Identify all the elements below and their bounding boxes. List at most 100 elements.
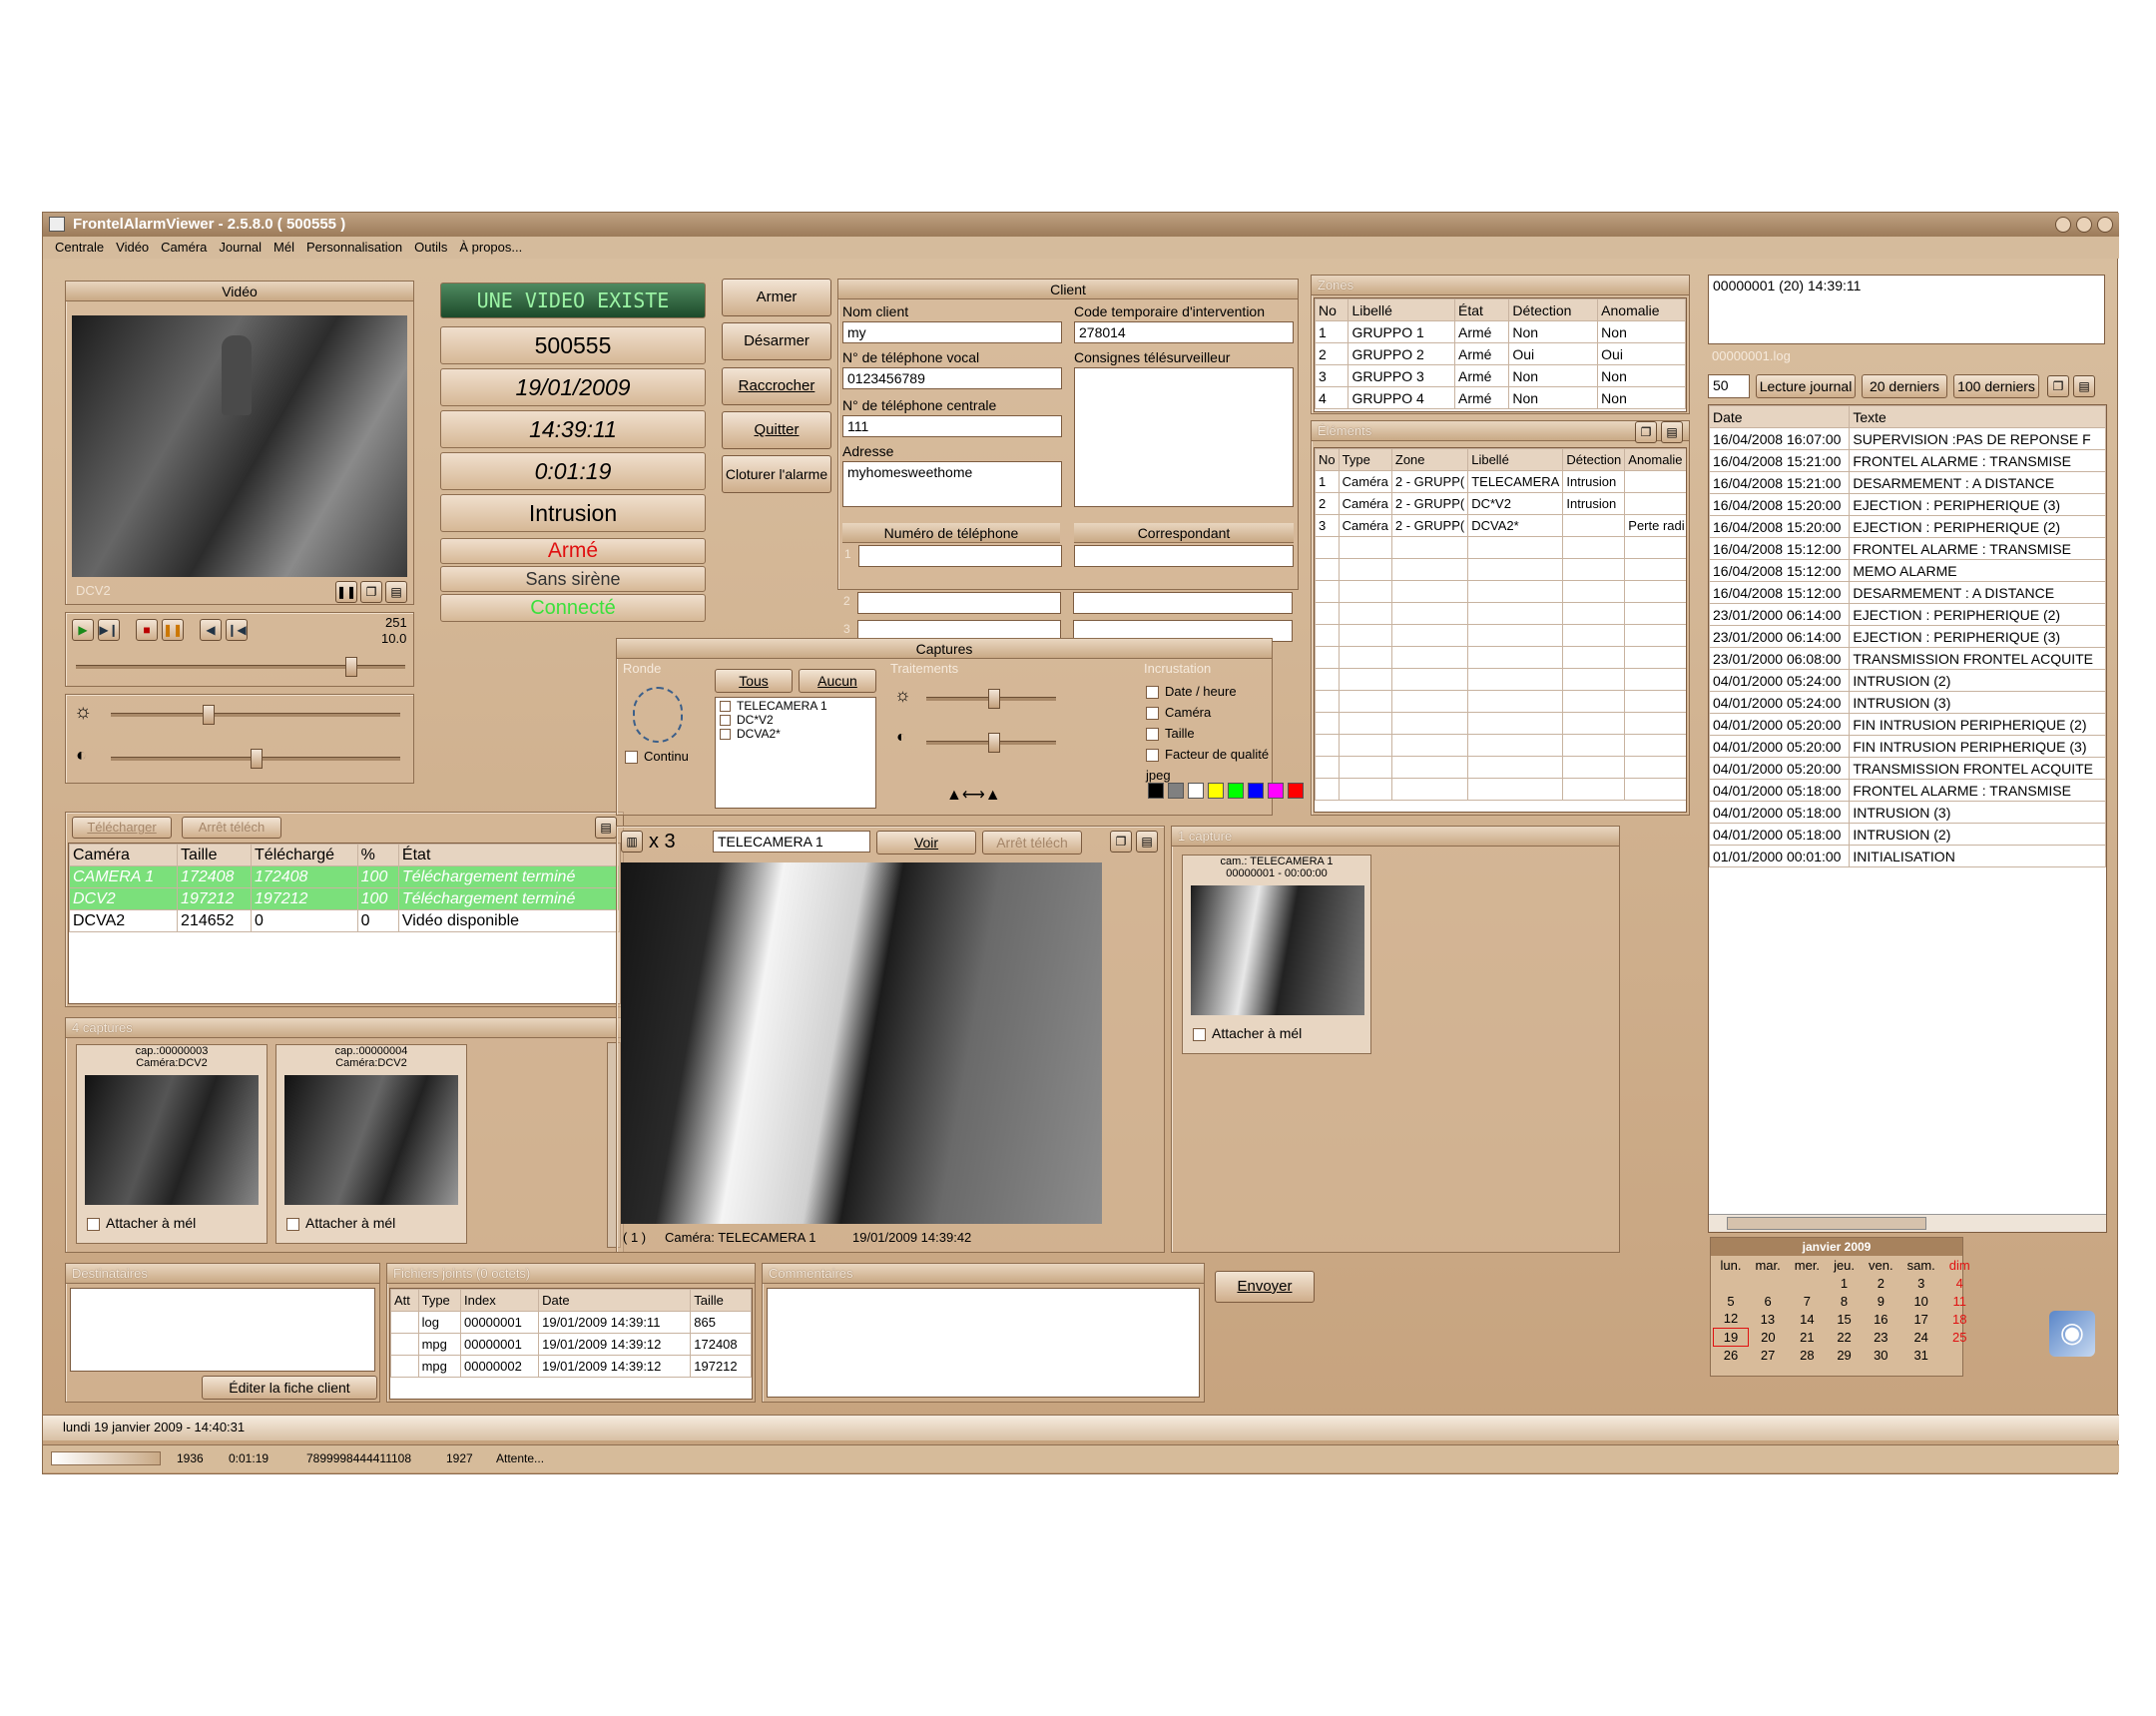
calendar-date[interactable]: 31	[1900, 1346, 1942, 1364]
table-row[interactable]: DCVA2 214652 0 0 Vidéo disponible	[69, 909, 620, 932]
table-row[interactable]: log 00000001 19/01/2009 14:39:11 865	[390, 1311, 752, 1334]
client-name-field[interactable]: my	[842, 321, 1062, 343]
column-header[interactable]: Libellé	[1348, 298, 1456, 321]
play-frame-icon[interactable]: ▶❙	[98, 619, 120, 641]
last-20-button[interactable]: 20 derniers	[1862, 374, 1947, 398]
calendar-date[interactable]: 1	[1827, 1274, 1862, 1292]
table-row[interactable]: 2 GRUPPO 2 Armé Oui Oui	[1315, 342, 1686, 365]
attach-checkbox-1[interactable]	[87, 1217, 100, 1231]
play-icon[interactable]: ▶	[72, 619, 94, 641]
save-icon[interactable]: ▤	[1136, 831, 1158, 853]
calendar-date[interactable]	[1714, 1274, 1749, 1292]
column-header[interactable]: Date	[1709, 405, 1851, 428]
stop-download-button[interactable]: Arrêt téléch	[182, 817, 281, 839]
column-header[interactable]: Détection	[1508, 298, 1599, 321]
table-row[interactable]: 04/01/2000 05:20:00 TRANSMISSION FRONTEL …	[1709, 757, 2106, 780]
table-row[interactable]: 2 Caméra 2 - GRUPP(DC*V2 Intrusion	[1315, 492, 1686, 515]
table-row[interactable]: mpg 00000002 19/01/2009 14:39:12 197212	[390, 1355, 752, 1378]
calendar-date[interactable]: 7	[1788, 1292, 1827, 1310]
calendar-date[interactable]: 26	[1714, 1346, 1749, 1364]
close-alarm-button[interactable]: Cloturer l'alarme	[722, 455, 831, 493]
color-swatch[interactable]	[1148, 783, 1164, 799]
column-header[interactable]: Att	[390, 1289, 419, 1312]
color-swatch[interactable]	[1248, 783, 1264, 799]
menu-centrale[interactable]: Centrale	[55, 240, 104, 255]
menu-camera[interactable]: Caméra	[161, 240, 207, 255]
read-journal-button[interactable]: Lecture journal	[1756, 374, 1856, 398]
comments-field[interactable]	[767, 1288, 1200, 1398]
journal-count-stepper[interactable]: 50	[1708, 374, 1750, 398]
color-swatch[interactable]	[1188, 783, 1204, 799]
color-swatch[interactable]	[1268, 783, 1284, 799]
column-header[interactable]: Anomalie	[1597, 298, 1686, 321]
color-swatch[interactable]	[1228, 783, 1244, 799]
save-icon[interactable]: ▤	[1661, 421, 1683, 443]
snapshot-card-1[interactable]: cap.:00000003 Caméra:DCV2 Attacher à mél	[76, 1044, 268, 1244]
calendar-date[interactable]	[1788, 1274, 1827, 1292]
calendar-date[interactable]: 23	[1862, 1328, 1900, 1346]
table-row[interactable]: 16/04/2008 15:21:00 DESARMEMENT : A DISTA…	[1709, 471, 2106, 494]
camera-check-3[interactable]	[720, 729, 731, 741]
calendar-date[interactable]: 8	[1827, 1292, 1862, 1310]
table-row[interactable]: CAMERA 1 172408 172408 100 Téléchargement te…	[69, 865, 620, 888]
table-row[interactable]: 4 GRUPPO 4 Armé Non Non	[1315, 386, 1686, 409]
view-button[interactable]: Voir	[876, 831, 976, 855]
calendar-date[interactable]: 24	[1900, 1328, 1942, 1346]
color-swatch[interactable]	[1288, 783, 1304, 799]
column-header[interactable]: Caméra	[69, 844, 179, 866]
calendar-date[interactable]: 18	[1942, 1310, 1977, 1328]
table-row[interactable]: 16/04/2008 15:20:00 EJECTION : PERIPHERIQ…	[1709, 493, 2106, 516]
contact-row-1[interactable]	[1074, 545, 1294, 567]
calendar-date[interactable]: 15	[1827, 1310, 1862, 1328]
column-header[interactable]: %	[356, 844, 399, 866]
menu-apropos[interactable]: À propos...	[459, 240, 522, 255]
column-header[interactable]: État	[1454, 298, 1510, 321]
calendar-date[interactable]: 21	[1788, 1328, 1827, 1346]
color-swatch[interactable]	[1208, 783, 1224, 799]
instructions-field[interactable]	[1074, 367, 1294, 507]
capture-contrast-slider[interactable]	[926, 733, 1056, 753]
capture-viewer-image[interactable]	[621, 862, 1102, 1224]
edit-client-button[interactable]: Éditer la fiche client	[202, 1376, 377, 1400]
calendar-date[interactable]: 6	[1748, 1292, 1787, 1310]
table-row[interactable]: 3 Caméra 2 - GRUPP(DCVA2* Perte radi	[1315, 514, 1686, 537]
select-none-button[interactable]: Aucun	[799, 669, 876, 693]
stop-icon[interactable]: ■	[136, 619, 158, 641]
column-header[interactable]: Type	[417, 1289, 461, 1312]
pause-icon[interactable]: ❚❚	[335, 581, 357, 603]
table-row[interactable]: 04/01/2000 05:20:00 FIN INTRUSION PERIPHE…	[1709, 735, 2106, 758]
playback-slider[interactable]	[76, 657, 405, 677]
phone-row-2[interactable]	[857, 592, 1061, 614]
code-field[interactable]: 278014	[1074, 321, 1294, 343]
previous-icon[interactable]: ◀	[200, 619, 222, 641]
column-header[interactable]: Taille	[177, 844, 253, 866]
menu-personnalisation[interactable]: Personnalisation	[306, 240, 402, 255]
central-phone-field[interactable]: 111	[842, 415, 1062, 437]
column-header[interactable]: Libellé	[1467, 448, 1564, 471]
table-row[interactable]: 1 GRUPPO 1 Armé Non Non	[1315, 320, 1686, 343]
column-header[interactable]: Téléchargé	[251, 844, 358, 866]
capture-brightness-slider[interactable]	[926, 689, 1056, 709]
column-header[interactable]: Date	[538, 1289, 692, 1312]
download-button[interactable]: Télécharger	[72, 817, 172, 839]
column-header[interactable]: No	[1315, 448, 1340, 471]
voice-phone-field[interactable]: 0123456789	[842, 367, 1062, 389]
calendar[interactable]: janvier 2009 lun. mar. mer. jeu. ven. sam. dim…	[1710, 1237, 1970, 1377]
calendar-date[interactable]: 20	[1748, 1328, 1787, 1346]
table-row[interactable]: 23/01/2000 06:14:00 EJECTION : PERIPHERIQ…	[1709, 625, 2106, 648]
calendar-date[interactable]: 4	[1942, 1274, 1977, 1292]
camera-check-2[interactable]	[720, 715, 731, 727]
calendar-date[interactable]: 30	[1862, 1346, 1900, 1364]
save-icon[interactable]: ▤	[2073, 375, 2095, 397]
column-header[interactable]: Détection	[1562, 448, 1626, 471]
arm-button[interactable]: Armer	[722, 279, 831, 316]
calendar-date[interactable]	[1748, 1274, 1787, 1292]
table-row[interactable]: 16/04/2008 15:12:00 DESARMEMENT : A DISTA…	[1709, 581, 2106, 604]
calendar-date[interactable]: 10	[1900, 1292, 1942, 1310]
contact-row-2[interactable]	[1073, 592, 1293, 614]
viewer-stop-button[interactable]: Arrêt téléch	[982, 831, 1082, 855]
zoom-icon[interactable]: ▥	[621, 831, 643, 853]
calendar-date[interactable]: 3	[1900, 1274, 1942, 1292]
menu-video[interactable]: Vidéo	[116, 240, 149, 255]
calendar-date[interactable]: 16	[1862, 1310, 1900, 1328]
